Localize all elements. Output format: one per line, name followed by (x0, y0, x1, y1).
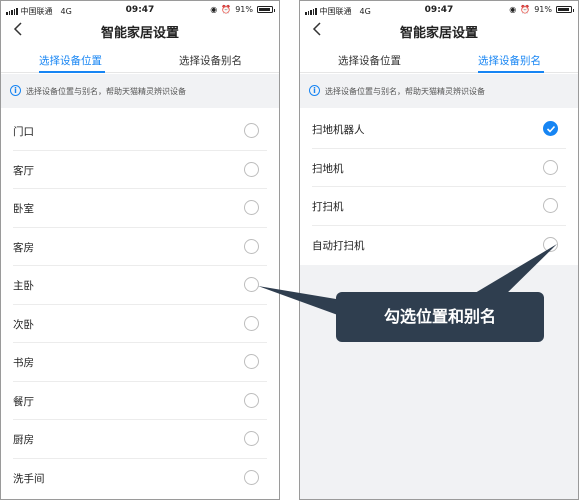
status-bar: 中国联通 4G 09:47 ◉ ⏰ 91% (300, 4, 578, 18)
battery-percent: 91% (235, 5, 253, 14)
active-tab-indicator (39, 71, 105, 73)
radio-unchecked-icon[interactable] (543, 236, 558, 252)
list-item-label: 卧室 (13, 203, 34, 215)
list-item[interactable]: 打扫机 (312, 187, 566, 226)
navigation-bar: 智能家居设置 (300, 18, 578, 46)
tab-select-location[interactable]: 选择设备位置 (338, 53, 401, 68)
list-item[interactable]: 卧室 (13, 189, 267, 228)
alias-list: 扫地机器人扫地机打扫机自动打扫机 (312, 110, 566, 264)
phone-screen-location: 中国联通 4G 09:47 ◉ ⏰ 91% 智能家居设置 选择设备位置 选择设备… (0, 0, 280, 500)
list-item[interactable]: 餐厅 (13, 382, 267, 420)
list-item-label: 餐厅 (13, 395, 34, 408)
callout-bubble: 勾选位置和别名 (336, 292, 544, 342)
tab-select-alias[interactable]: 选择设备别名 (478, 53, 541, 68)
radio-unchecked-icon[interactable] (244, 161, 259, 177)
radio-unchecked-icon[interactable] (244, 123, 259, 138)
list-item-label: 打扫机 (312, 201, 344, 213)
location-icon: ◉ (210, 5, 218, 14)
tab-select-location[interactable]: 选择设备位置 (39, 53, 102, 68)
info-icon: i (10, 85, 21, 96)
location-list: 门口客厅卧室客房主卧次卧书房餐厅厨房洗手间 (13, 112, 267, 497)
list-item[interactable]: 扫地机器人 (312, 110, 566, 149)
battery-icon (257, 6, 275, 13)
radio-unchecked-icon[interactable] (543, 198, 558, 213)
battery-percent: 91% (534, 5, 552, 14)
info-icon: i (309, 85, 320, 96)
list-item[interactable]: 客厅 (13, 151, 267, 189)
list-item[interactable]: 厨房 (13, 420, 267, 459)
list-item[interactable]: 门口 (13, 112, 267, 151)
list-item-label: 扫地机器人 (312, 124, 365, 136)
list-item-label: 客房 (13, 241, 34, 254)
list-item-label: 厨房 (13, 434, 34, 446)
list-item-label: 洗手间 (13, 472, 45, 485)
navigation-bar: 智能家居设置 (1, 18, 279, 46)
list-item-label: 扫地机 (312, 162, 344, 175)
notice-text: 选择设备位置与别名，帮助天猫精灵辨识设备 (325, 87, 485, 96)
list-item[interactable]: 客房 (13, 228, 267, 266)
list-item-label: 自动打扫机 (312, 239, 365, 252)
radio-checked-icon[interactable] (543, 121, 558, 136)
location-icon: ◉ (509, 5, 517, 14)
tab-bar: 选择设备位置 选择设备别名 (1, 46, 279, 73)
active-tab-indicator (478, 71, 544, 73)
radio-unchecked-icon[interactable] (244, 277, 259, 292)
list-item[interactable]: 扫地机 (312, 149, 566, 187)
info-notice: i 选择设备位置与别名，帮助天猫精灵辨识设备 (300, 74, 578, 108)
tab-bar: 选择设备位置 选择设备别名 (300, 46, 578, 73)
list-item[interactable]: 书房 (13, 343, 267, 382)
radio-unchecked-icon[interactable] (244, 469, 259, 485)
radio-unchecked-icon[interactable] (543, 159, 558, 175)
battery-icon (556, 6, 574, 13)
tab-select-alias[interactable]: 选择设备别名 (179, 53, 242, 68)
list-item[interactable]: 自动打扫机 (312, 226, 566, 265)
radio-unchecked-icon[interactable] (244, 238, 259, 254)
list-item-label: 次卧 (13, 318, 34, 331)
alarm-icon: ⏰ (520, 5, 531, 14)
list-item-label: 主卧 (13, 280, 34, 292)
notice-text: 选择设备位置与别名，帮助天猫精灵辨识设备 (26, 87, 186, 96)
radio-unchecked-icon[interactable] (244, 354, 259, 369)
info-notice: i 选择设备位置与别名，帮助天猫精灵辨识设备 (1, 74, 279, 108)
radio-unchecked-icon[interactable] (244, 392, 259, 408)
page-title: 智能家居设置 (100, 26, 179, 41)
list-item-label: 门口 (13, 126, 34, 138)
list-item[interactable]: 洗手间 (13, 459, 267, 498)
phone-screen-alias: 中国联通 4G 09:47 ◉ ⏰ 91% 智能家居设置 选择设备位置 选择设备… (299, 0, 579, 500)
list-item[interactable]: 次卧 (13, 305, 267, 343)
alarm-icon: ⏰ (221, 5, 232, 14)
radio-unchecked-icon[interactable] (244, 315, 259, 331)
status-bar: 中国联通 4G 09:47 ◉ ⏰ 91% (1, 4, 279, 18)
list-item[interactable]: 主卧 (13, 266, 267, 305)
radio-unchecked-icon[interactable] (244, 200, 259, 215)
page-title: 智能家居设置 (399, 26, 478, 41)
list-item-label: 书房 (13, 357, 34, 369)
list-item-label: 客厅 (13, 164, 34, 177)
radio-unchecked-icon[interactable] (244, 431, 259, 446)
